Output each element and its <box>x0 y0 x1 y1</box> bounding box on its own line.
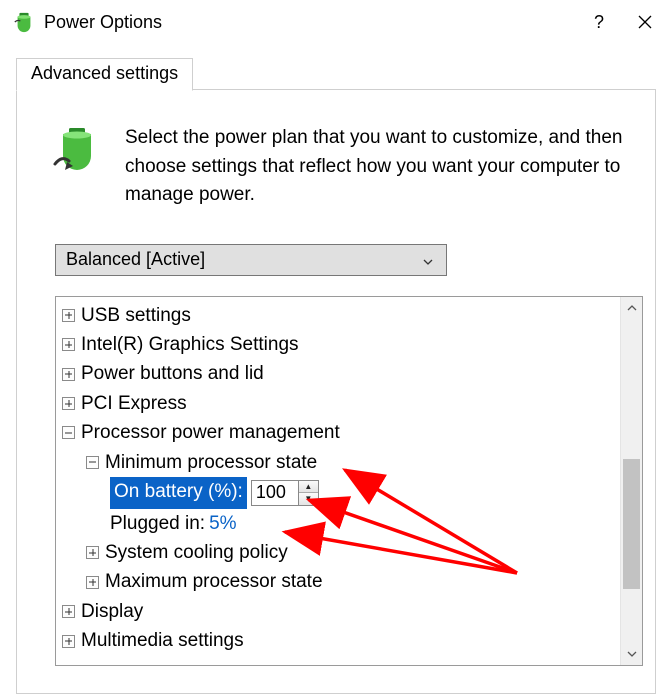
spin-up-icon[interactable]: ▲ <box>299 481 318 494</box>
tree-body: USB settings Intel(R) Graphics Settings … <box>56 297 620 665</box>
tabstrip: Advanced settings <box>16 58 672 90</box>
close-button[interactable] <box>622 2 668 42</box>
collapse-icon[interactable] <box>86 456 99 469</box>
power-plan-icon <box>53 126 101 180</box>
setting-on-battery[interactable]: On battery (%): ▲▼ <box>62 477 614 508</box>
power-plan-select-value: Balanced [Active] <box>66 249 416 270</box>
tree-item-power-buttons[interactable]: Power buttons and lid <box>62 359 614 388</box>
tab-panel: Select the power plan that you want to c… <box>16 90 656 694</box>
tree-label: Minimum processor state <box>105 448 317 477</box>
tree-label: Processor power management <box>81 418 340 447</box>
spinner-buttons[interactable]: ▲▼ <box>298 481 318 505</box>
tree-label: Power buttons and lid <box>81 359 264 388</box>
expand-icon[interactable] <box>62 397 75 410</box>
expand-icon[interactable] <box>62 635 75 648</box>
expand-icon[interactable] <box>86 576 99 589</box>
plugged-in-label: Plugged in: <box>110 509 205 538</box>
power-plan-select[interactable]: Balanced [Active] <box>55 244 447 276</box>
tree-item-multimedia[interactable]: Multimedia settings <box>62 626 614 655</box>
tree-label: Intel(R) Graphics Settings <box>81 330 299 359</box>
tree-label: PCI Express <box>81 389 187 418</box>
tree-item-display[interactable]: Display <box>62 597 614 626</box>
plugged-in-value[interactable]: 5% <box>209 509 236 538</box>
tree-item-processor-power-management[interactable]: Processor power management <box>62 418 614 447</box>
expand-icon[interactable] <box>62 309 75 322</box>
tree-label: System cooling policy <box>105 538 288 567</box>
intro-text: Select the power plan that you want to c… <box>125 124 627 210</box>
tree-label: Maximum processor state <box>105 567 323 596</box>
tree-item-maximum-processor-state[interactable]: Maximum processor state <box>62 567 614 596</box>
expand-icon[interactable] <box>62 368 75 381</box>
on-battery-spinner[interactable]: ▲▼ <box>251 480 319 506</box>
tree-item-usb[interactable]: USB settings <box>62 301 614 330</box>
collapse-icon[interactable] <box>62 426 75 439</box>
chevron-down-icon <box>416 252 440 268</box>
tree-item-pci-express[interactable]: PCI Express <box>62 389 614 418</box>
setting-plugged-in[interactable]: Plugged in: 5% <box>62 509 614 538</box>
tree-label: USB settings <box>81 301 191 330</box>
tree-label: Display <box>81 597 143 626</box>
expand-icon[interactable] <box>62 338 75 351</box>
spin-down-icon[interactable]: ▼ <box>299 493 318 505</box>
settings-tree: USB settings Intel(R) Graphics Settings … <box>55 296 643 666</box>
tree-item-minimum-processor-state[interactable]: Minimum processor state <box>62 448 614 477</box>
tree-label: Multimedia settings <box>81 626 244 655</box>
scroll-up-icon[interactable] <box>621 297 642 319</box>
expand-icon[interactable] <box>86 546 99 559</box>
tree-item-intel-graphics[interactable]: Intel(R) Graphics Settings <box>62 330 614 359</box>
app-icon <box>12 10 36 34</box>
tree-item-system-cooling[interactable]: System cooling policy <box>62 538 614 567</box>
window-title: Power Options <box>44 12 576 33</box>
scroll-thumb[interactable] <box>623 459 640 589</box>
tab-advanced-settings[interactable]: Advanced settings <box>16 58 193 91</box>
selected-label: On battery (%): <box>110 477 247 508</box>
intro-row: Select the power plan that you want to c… <box>17 90 655 228</box>
titlebar: Power Options ? <box>0 0 672 44</box>
help-button[interactable]: ? <box>576 2 622 42</box>
scroll-down-icon[interactable] <box>621 643 642 665</box>
scrollbar[interactable] <box>620 297 642 665</box>
expand-icon[interactable] <box>62 605 75 618</box>
on-battery-input[interactable] <box>252 481 298 505</box>
scroll-track[interactable] <box>621 319 642 643</box>
